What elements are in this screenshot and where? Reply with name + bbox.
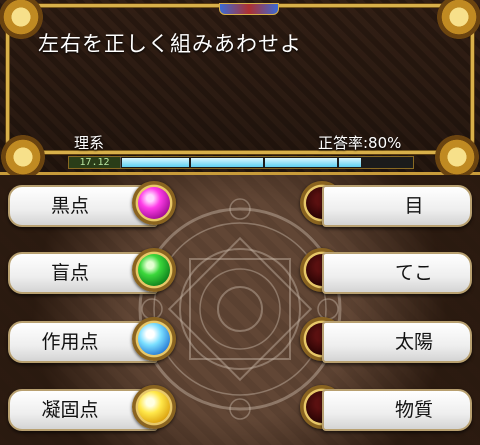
left-connector-orb[interactable] [132,385,176,429]
timer-bar: 17.12 [68,156,414,169]
left-choice-label: 凝固点 [41,399,99,421]
left-choice-label: 盲点 [50,262,89,284]
right-choice-label: 太陽 [394,331,433,353]
right-choice-label: 物質 [394,399,433,421]
right-choice-card[interactable]: てこ [322,252,472,294]
match-row: 黒点 目 [0,175,480,237]
frame-ornament-icon [0,0,43,39]
frame-ornament-icon [437,0,480,39]
right-choice-card[interactable]: 物質 [322,389,472,431]
timer-segment-divider [263,157,265,168]
right-choice-card[interactable]: 目 [322,185,472,227]
question-panel: 左右を正しく組みあわせよ 理系 正答率:80% 17.12 [0,0,480,179]
frame-ornament-icon [1,135,45,179]
magenta-orb-icon [138,187,170,219]
accuracy-label: 正答率:80% [318,134,402,152]
frame-gem-icon [219,3,279,15]
match-row: 作用点 太陽 [0,311,480,373]
left-choice-label: 黒点 [50,195,89,217]
timer-segment-divider [337,157,339,168]
green-orb-icon [138,254,170,286]
match-row: 凝固点 物質 [0,379,480,441]
matching-board: 黒点 目 盲点 てこ 作用点 太陽 凝固点 物質 [0,175,480,445]
right-choice-card[interactable]: 太陽 [322,321,472,363]
yellow-orb-icon [138,391,170,423]
genre-label: 理系 [74,134,105,152]
right-choice-label: てこ [394,262,433,284]
right-choice-label: 目 [404,195,424,217]
frame-ornament-icon [435,135,479,179]
timer-text: 17.12 [69,157,121,168]
left-choice-label: 作用点 [41,331,99,353]
left-connector-orb[interactable] [132,248,176,292]
question-text: 左右を正しく組みあわせよ [38,32,302,56]
match-row: 盲点 てこ [0,242,480,304]
timer-fill [122,158,361,167]
timer-segment-divider [189,157,191,168]
blue-orb-icon [138,323,170,355]
left-connector-orb[interactable] [132,181,176,225]
left-connector-orb[interactable] [132,317,176,361]
